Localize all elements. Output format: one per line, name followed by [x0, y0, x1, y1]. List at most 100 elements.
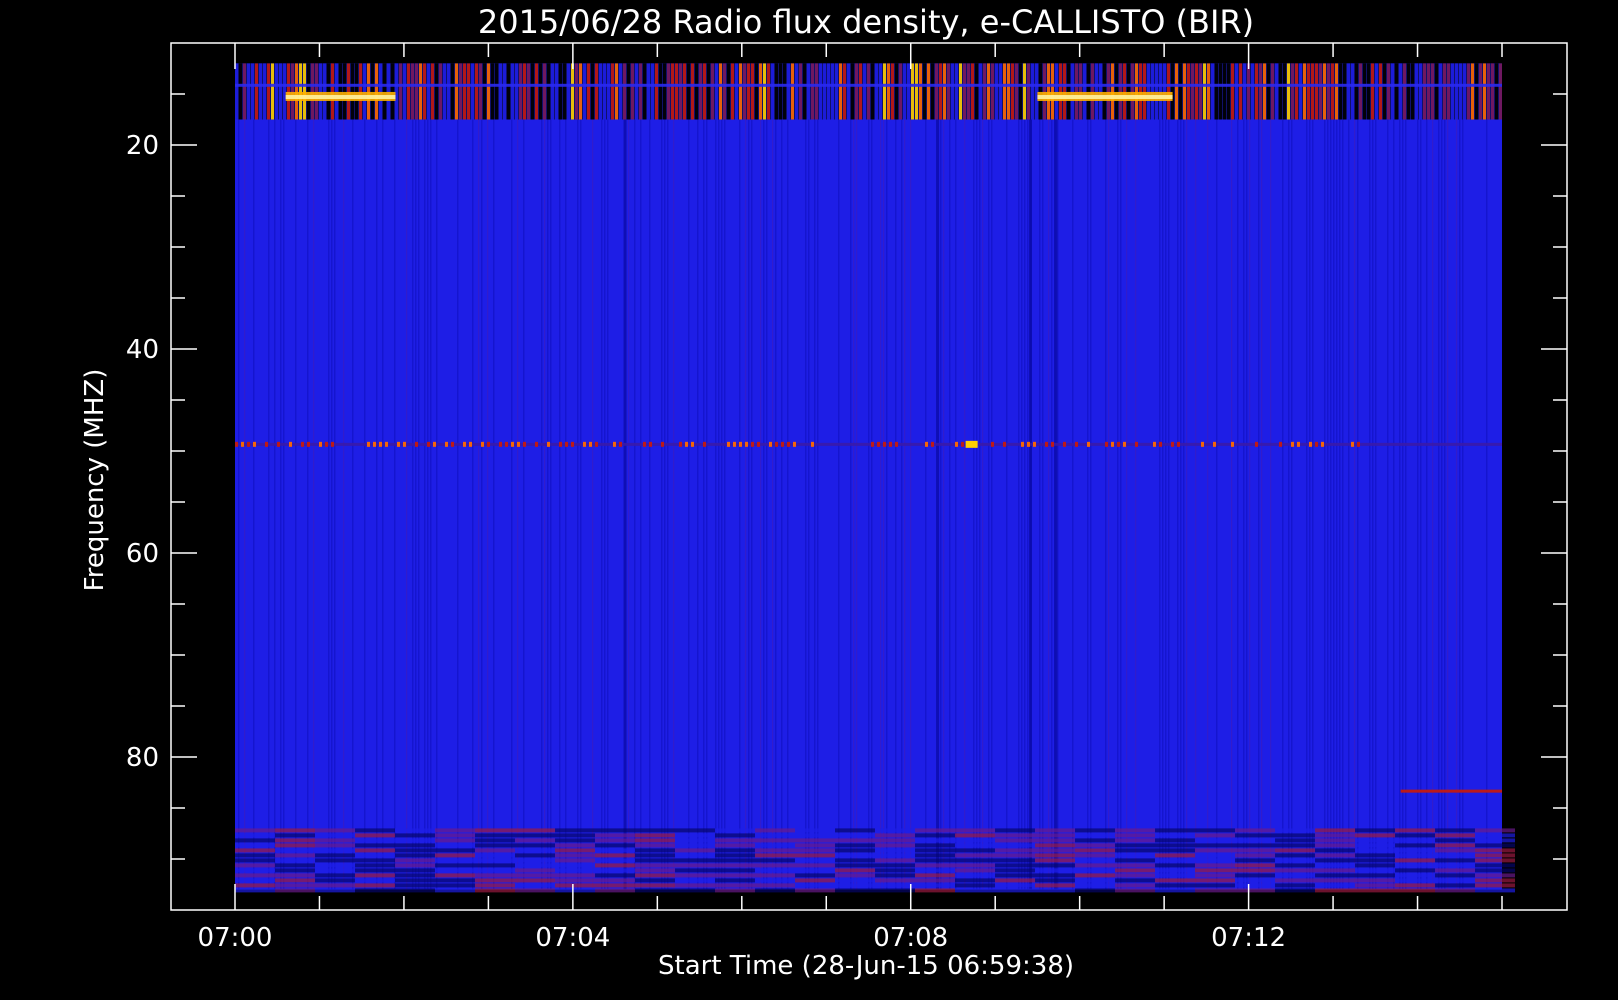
- lower-band-cell: [355, 843, 395, 848]
- lower-band-cell: [1235, 848, 1275, 853]
- lower-band-cell: [955, 873, 995, 878]
- lower-band-cell: [315, 848, 355, 853]
- top-band-column: [1003, 63, 1006, 120]
- lower-band-cell: [875, 848, 915, 853]
- lower-band-cell: [1435, 848, 1475, 853]
- texture-line: [1108, 63, 1110, 890]
- lower-band-cell: [955, 868, 995, 873]
- top-band-column: [1311, 63, 1314, 120]
- lower-band-cell: [795, 853, 835, 858]
- top-band-column: [1379, 63, 1382, 120]
- emission-dash: [1105, 441, 1108, 447]
- lower-band-cell: [1475, 868, 1515, 873]
- lower-band-cell: [1075, 833, 1115, 838]
- lower-band-cell: [1235, 868, 1275, 873]
- emission-dash: [1117, 441, 1120, 447]
- top-band-column: [335, 63, 338, 120]
- top-band-column: [1423, 63, 1426, 120]
- lower-band-cell: [1355, 858, 1395, 863]
- lower-band-cell: [315, 883, 355, 888]
- emission-dash: [613, 441, 616, 447]
- lower-band-cell: [235, 878, 275, 883]
- lower-band-cell: [1115, 858, 1155, 863]
- top-band-column: [675, 63, 678, 120]
- lower-band-cell: [675, 838, 715, 843]
- top-band-column: [1367, 63, 1370, 120]
- emission-dash: [1357, 441, 1360, 447]
- texture-line: [268, 63, 270, 890]
- emission-dash: [319, 441, 322, 447]
- lower-band-cell: [995, 848, 1035, 853]
- texture-line: [1270, 63, 1272, 890]
- lower-band-cell: [715, 888, 755, 893]
- top-band-column: [1475, 63, 1478, 120]
- top-band-column: [1495, 63, 1498, 120]
- lower-band-cell: [1355, 848, 1395, 853]
- top-band-column: [779, 63, 782, 120]
- lower-band-cell: [355, 868, 395, 873]
- lower-band-cell: [355, 888, 395, 893]
- texture-line: [1312, 63, 1314, 890]
- texture-line: [565, 63, 567, 890]
- top-band-column: [1359, 63, 1362, 120]
- lower-band-cell: [1475, 883, 1515, 888]
- lower-band-cell: [435, 858, 475, 863]
- lower-band-cell: [1035, 838, 1075, 843]
- top-band-column: [695, 63, 698, 120]
- texture-line: [1291, 63, 1293, 890]
- lower-band-cell: [1195, 878, 1235, 883]
- lower-band-cell: [275, 828, 315, 833]
- texture-line: [313, 63, 315, 890]
- top-band-column: [355, 63, 358, 120]
- texture-line: [886, 63, 888, 890]
- texture-line: [1354, 63, 1356, 890]
- top-band-column: [347, 63, 350, 120]
- emission-dash: [871, 441, 874, 447]
- top-band-column: [1463, 63, 1466, 120]
- lower-band-cell: [395, 868, 435, 873]
- top-band-column: [459, 63, 462, 120]
- top-band-column: [627, 63, 630, 120]
- texture-line: [1369, 63, 1371, 890]
- texture-line: [577, 63, 579, 890]
- top-band-column: [787, 63, 790, 120]
- texture-line: [1183, 63, 1185, 890]
- texture-line: [550, 63, 552, 890]
- lower-band-cell: [315, 878, 355, 883]
- top-band-column: [723, 63, 726, 120]
- texture-line: [1306, 63, 1308, 890]
- lower-band-cell: [1235, 853, 1275, 858]
- x-tick-label: 07:12: [1211, 923, 1286, 953]
- lower-band-cell: [675, 828, 715, 833]
- top-band-column: [1327, 63, 1330, 120]
- emission-dash: [571, 441, 574, 447]
- texture-line: [634, 63, 636, 890]
- top-band-column: [1331, 63, 1334, 120]
- texture-line: [331, 63, 333, 890]
- lower-band-cell: [755, 873, 795, 878]
- lower-band-cell: [675, 833, 715, 838]
- top-band-column: [1147, 63, 1150, 120]
- texture-line: [1459, 63, 1461, 890]
- top-band-column: [735, 63, 738, 120]
- emission-dash: [661, 441, 664, 447]
- lower-band-cell: [1395, 843, 1435, 848]
- top-band-column: [559, 63, 562, 120]
- texture-line: [1348, 63, 1350, 890]
- texture-line: [493, 63, 495, 890]
- emission-dash: [505, 441, 508, 447]
- lower-band-cell: [1235, 833, 1275, 838]
- emission-dash: [691, 441, 694, 447]
- texture-line: [763, 63, 765, 890]
- top-band-column: [1211, 63, 1214, 120]
- texture-line: [1246, 63, 1248, 890]
- top-band-column: [1439, 63, 1442, 120]
- lower-band-cell: [995, 873, 1035, 878]
- top-band-column: [547, 63, 550, 120]
- lower-band-cell: [1435, 843, 1475, 848]
- lower-band-cell: [1115, 828, 1155, 833]
- top-band-column: [963, 63, 966, 120]
- top-band-column: [1355, 63, 1358, 120]
- top-band-column: [331, 63, 334, 120]
- lower-band-cell: [1275, 868, 1315, 873]
